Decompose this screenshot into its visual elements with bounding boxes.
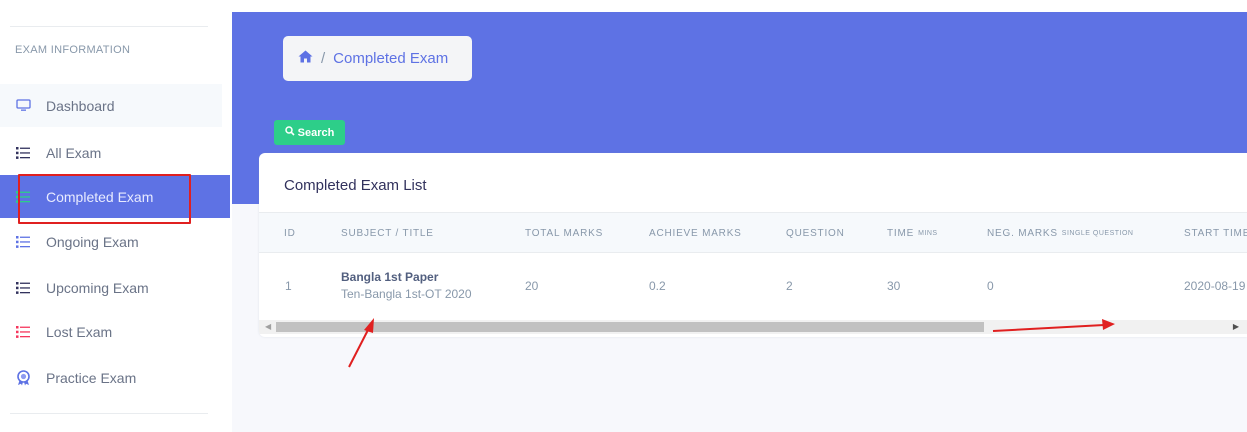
cell-subject: Bangla 1st Paper Ten-Bangla 1st-OT 2020: [341, 253, 472, 318]
sidebar-heading: EXAM INFORMATION: [15, 44, 131, 56]
sidebar-item-label: Upcoming Exam: [46, 279, 149, 296]
search-icon: [284, 126, 295, 139]
list-icon: [15, 324, 31, 340]
completed-exam-card: Completed Exam List ID SUBJECT / TITLE T…: [259, 153, 1247, 337]
sidebar: EXAM INFORMATION Dashboard All Exam Comp…: [0, 0, 230, 432]
sidebar-item-practice-exam[interactable]: Practice Exam: [0, 356, 230, 399]
column-header-achieve-marks: ACHIEVE MARKS: [649, 228, 742, 239]
column-header-total-marks: TOTAL MARKS: [525, 228, 604, 239]
column-header-neg-marks-unit: SINGLE QUESTION: [1061, 230, 1134, 237]
column-header-time: TIME MINS: [887, 228, 938, 239]
search-button[interactable]: Search: [274, 120, 345, 145]
cell-achieve-marks: 0.2: [649, 278, 666, 293]
cell-total-marks: 20: [525, 278, 539, 293]
breadcrumb-current: Completed Exam: [333, 50, 449, 67]
sidebar-item-label: Ongoing Exam: [46, 233, 139, 250]
scrollbar-thumb[interactable]: [276, 322, 984, 332]
cell-time: 30: [887, 278, 901, 293]
list-icon: [15, 280, 31, 296]
search-button-label: Search: [297, 126, 335, 139]
badge-icon: [15, 369, 31, 386]
sidebar-divider: [10, 26, 208, 27]
cell-start-time: 2020-08-19: [1184, 278, 1246, 293]
cell-id: 1: [285, 278, 292, 293]
scroll-right-arrow-icon[interactable]: ▶: [1233, 322, 1239, 331]
sidebar-item-dashboard[interactable]: Dashboard: [0, 84, 222, 127]
table-row[interactable]: 1 Bangla 1st Paper Ten-Bangla 1st-OT 202…: [259, 253, 1247, 318]
breadcrumb-separator: /: [321, 50, 326, 67]
table-header: ID SUBJECT / TITLE TOTAL MARKS ACHIEVE M…: [259, 212, 1247, 253]
card-title: Completed Exam List: [284, 177, 427, 194]
sidebar-item-all-exam[interactable]: All Exam: [0, 131, 230, 174]
sidebar-item-label: Dashboard: [46, 97, 115, 114]
sidebar-item-label: Lost Exam: [46, 323, 113, 340]
sidebar-item-lost-exam[interactable]: Lost Exam: [0, 310, 230, 353]
column-header-subject: SUBJECT / TITLE: [341, 228, 434, 239]
cell-question: 2: [786, 278, 793, 293]
list-icon: [15, 189, 31, 205]
horizontal-scrollbar[interactable]: ◀ ▶: [259, 320, 1247, 334]
column-header-start-time: START TIME: [1184, 228, 1247, 239]
home-icon[interactable]: [298, 50, 313, 67]
list-icon: [15, 145, 31, 161]
sidebar-item-upcoming-exam[interactable]: Upcoming Exam: [0, 266, 230, 309]
cell-neg-marks: 0: [987, 278, 994, 293]
monitor-icon: [15, 98, 31, 114]
sidebar-divider: [10, 413, 208, 414]
list-icon: [15, 234, 31, 250]
column-header-neg-marks: NEG. MARKS SINGLE QUESTION: [987, 228, 1134, 239]
sidebar-item-label: All Exam: [46, 144, 102, 161]
sidebar-item-completed-exam[interactable]: Completed Exam: [0, 175, 230, 218]
breadcrumb: / Completed Exam: [283, 36, 472, 81]
column-header-id: ID: [284, 228, 296, 239]
sidebar-item-label: Practice Exam: [46, 369, 137, 386]
sidebar-item-ongoing-exam[interactable]: Ongoing Exam: [0, 220, 230, 263]
subject-subtitle: Ten-Bangla 1st-OT 2020: [341, 287, 472, 301]
scroll-left-arrow-icon[interactable]: ◀: [265, 322, 271, 331]
column-header-time-unit: MINS: [918, 230, 938, 237]
column-header-question: QUESTION: [786, 228, 845, 239]
subject-title[interactable]: Bangla 1st Paper: [341, 270, 438, 284]
sidebar-item-label: Completed Exam: [46, 188, 154, 205]
